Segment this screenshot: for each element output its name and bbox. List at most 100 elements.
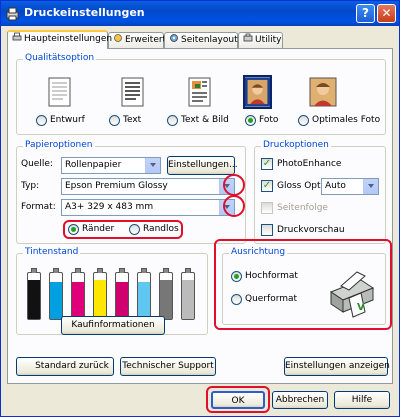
chevron-down-icon[interactable] bbox=[363, 179, 378, 194]
paper-options-group: Papieroptionen Quelle: Rollenpapier Eins… bbox=[16, 140, 246, 244]
quality-photo-radio[interactable] bbox=[245, 115, 256, 126]
photo-enhance-checkbox[interactable]: ✓ bbox=[261, 158, 273, 170]
quality-photo-label: Foto bbox=[259, 115, 279, 125]
tab-label: Utility bbox=[255, 35, 282, 45]
ok-button[interactable]: OK bbox=[211, 391, 265, 409]
paper-format-value: A3+ 329 x 483 mm bbox=[65, 202, 154, 212]
gloss-opt-value: Auto bbox=[325, 181, 346, 191]
source-label: Quelle: bbox=[21, 159, 53, 169]
advanced-icon bbox=[114, 34, 122, 42]
paper-settings-button[interactable]: Einstellungen... bbox=[167, 156, 238, 175]
quality-text-image-radio[interactable] bbox=[167, 115, 178, 126]
best-photo-icon[interactable] bbox=[309, 77, 337, 107]
paper-options-title: Papieroptionen bbox=[23, 140, 95, 150]
printer-orientation-icon: V bbox=[329, 271, 375, 318]
portrait-label: Hochformat bbox=[245, 271, 298, 281]
quality-draft-radio[interactable] bbox=[36, 115, 47, 126]
tab-label: Erweitert bbox=[125, 35, 167, 45]
landscape-label: Querformat bbox=[245, 294, 298, 304]
ink-cartridge-cap bbox=[31, 268, 37, 273]
tab-advanced[interactable]: Erweitert bbox=[108, 32, 167, 48]
tab-label: Seitenlayout bbox=[181, 35, 238, 45]
orientation-title: Ausrichtung bbox=[229, 247, 288, 257]
margins-highlight-box bbox=[63, 220, 183, 239]
tech-support-button[interactable]: Technischer Support bbox=[120, 357, 216, 376]
ink-cartridge-cap bbox=[97, 268, 103, 273]
landscape-radio[interactable] bbox=[231, 294, 242, 305]
printer-app-icon bbox=[6, 7, 19, 21]
close-button[interactable]: ✕ bbox=[377, 4, 396, 23]
portrait-radio[interactable] bbox=[231, 271, 242, 282]
ink-cartridge bbox=[137, 268, 151, 320]
quality-text-image-label: Text & Bild bbox=[181, 115, 229, 125]
ink-levels-group: Tintenstand Kaufinformationen bbox=[16, 247, 208, 335]
ink-cartridge bbox=[93, 268, 107, 320]
ink-cartridge bbox=[49, 268, 63, 320]
ink-cartridge-cap bbox=[141, 268, 147, 273]
type-label: Typ: bbox=[21, 181, 40, 191]
print-settings-dialog: Druckeinstellungen ? ✕ Haupteinstellunge… bbox=[0, 0, 400, 417]
gloss-opt-checkbox[interactable]: ✓ bbox=[261, 180, 273, 192]
ink-level-fill bbox=[160, 279, 172, 319]
main-settings-panel: Qualitätsoption Entwurf Text Text & Bild… bbox=[7, 48, 393, 384]
tab-label: Haupteinstellungen bbox=[24, 34, 113, 44]
utility-icon bbox=[243, 33, 253, 42]
quality-text-label: Text bbox=[123, 115, 142, 125]
orientation-group: Ausrichtung Hochformat Querformat V bbox=[222, 247, 386, 325]
tab-utility[interactable]: Utility bbox=[238, 32, 283, 48]
chevron-down-icon[interactable] bbox=[145, 158, 160, 173]
quality-group-title: Qualitätsoption bbox=[23, 53, 97, 63]
purchase-info-button[interactable]: Kaufinformationen bbox=[61, 316, 165, 335]
ink-cartridge-cap bbox=[163, 268, 169, 273]
reset-default-button[interactable]: Standard zurück bbox=[16, 357, 114, 376]
quality-draft-label: Entwurf bbox=[50, 115, 85, 125]
paper-type-select[interactable]: Epson Premium Glossy bbox=[61, 178, 235, 195]
printer-settings-icon bbox=[12, 32, 22, 41]
quality-group: Qualitätsoption Entwurf Text Text & Bild… bbox=[16, 53, 386, 135]
ink-level-fill bbox=[116, 282, 128, 319]
ink-cartridge-cap bbox=[185, 268, 191, 273]
gloss-opt-label: Gloss Opt. bbox=[277, 181, 324, 191]
paper-format-select[interactable]: A3+ 329 x 483 mm bbox=[61, 199, 235, 216]
paper-type-value: Epson Premium Glossy bbox=[65, 181, 168, 191]
cancel-button[interactable]: Abbrechen bbox=[272, 391, 328, 409]
text-icon[interactable] bbox=[120, 77, 145, 107]
format-highlight-circle bbox=[223, 195, 245, 217]
ink-level-fill bbox=[94, 279, 106, 319]
quality-best-photo-radio[interactable] bbox=[298, 115, 309, 126]
ink-cartridge bbox=[71, 268, 85, 320]
print-preview-label: Druckvorschau bbox=[277, 225, 345, 235]
ink-level-fill bbox=[182, 279, 194, 319]
page-order-label: Seitenfolge bbox=[277, 203, 328, 213]
show-settings-button[interactable]: Einstellungen anzeigen bbox=[284, 357, 390, 376]
help-title-button[interactable]: ? bbox=[356, 4, 375, 23]
format-label: Format: bbox=[21, 202, 56, 212]
photo-enhance-label: PhotoEnhance bbox=[277, 159, 342, 169]
ink-cartridge bbox=[115, 268, 129, 320]
ink-cartridge-cap bbox=[53, 268, 59, 273]
gloss-opt-select[interactable]: Auto bbox=[321, 178, 379, 195]
window-title: Druckeinstellungen bbox=[24, 6, 145, 19]
tab-main-settings[interactable]: Haupteinstellungen bbox=[7, 30, 112, 49]
tab-page-layout[interactable]: Seitenlayout bbox=[164, 32, 238, 48]
ink-levels-title: Tintenstand bbox=[23, 247, 81, 257]
ink-cartridge bbox=[181, 268, 195, 320]
type-highlight-circle bbox=[223, 174, 245, 196]
ink-cartridge bbox=[159, 268, 173, 320]
quality-text-radio[interactable] bbox=[109, 115, 120, 126]
help-button[interactable]: Hilfe bbox=[334, 391, 390, 409]
draft-icon[interactable] bbox=[47, 77, 72, 107]
photo-icon[interactable] bbox=[243, 75, 272, 109]
source-select[interactable]: Rollenpapier bbox=[61, 157, 161, 174]
ink-cartridge-cap bbox=[119, 268, 125, 273]
ink-level-fill bbox=[50, 282, 62, 319]
page-order-checkbox[interactable] bbox=[261, 202, 273, 214]
text-image-icon[interactable] bbox=[187, 77, 212, 107]
page-layout-icon bbox=[170, 34, 178, 42]
print-options-group: Druckoptionen ✓ PhotoEnhance ✓ Gloss Opt… bbox=[254, 140, 386, 244]
ink-cartridge bbox=[27, 268, 41, 320]
print-preview-checkbox[interactable] bbox=[261, 224, 273, 236]
ink-level-fill bbox=[28, 279, 40, 319]
print-options-title: Druckoptionen bbox=[261, 140, 331, 150]
ink-level-fill bbox=[138, 282, 150, 319]
